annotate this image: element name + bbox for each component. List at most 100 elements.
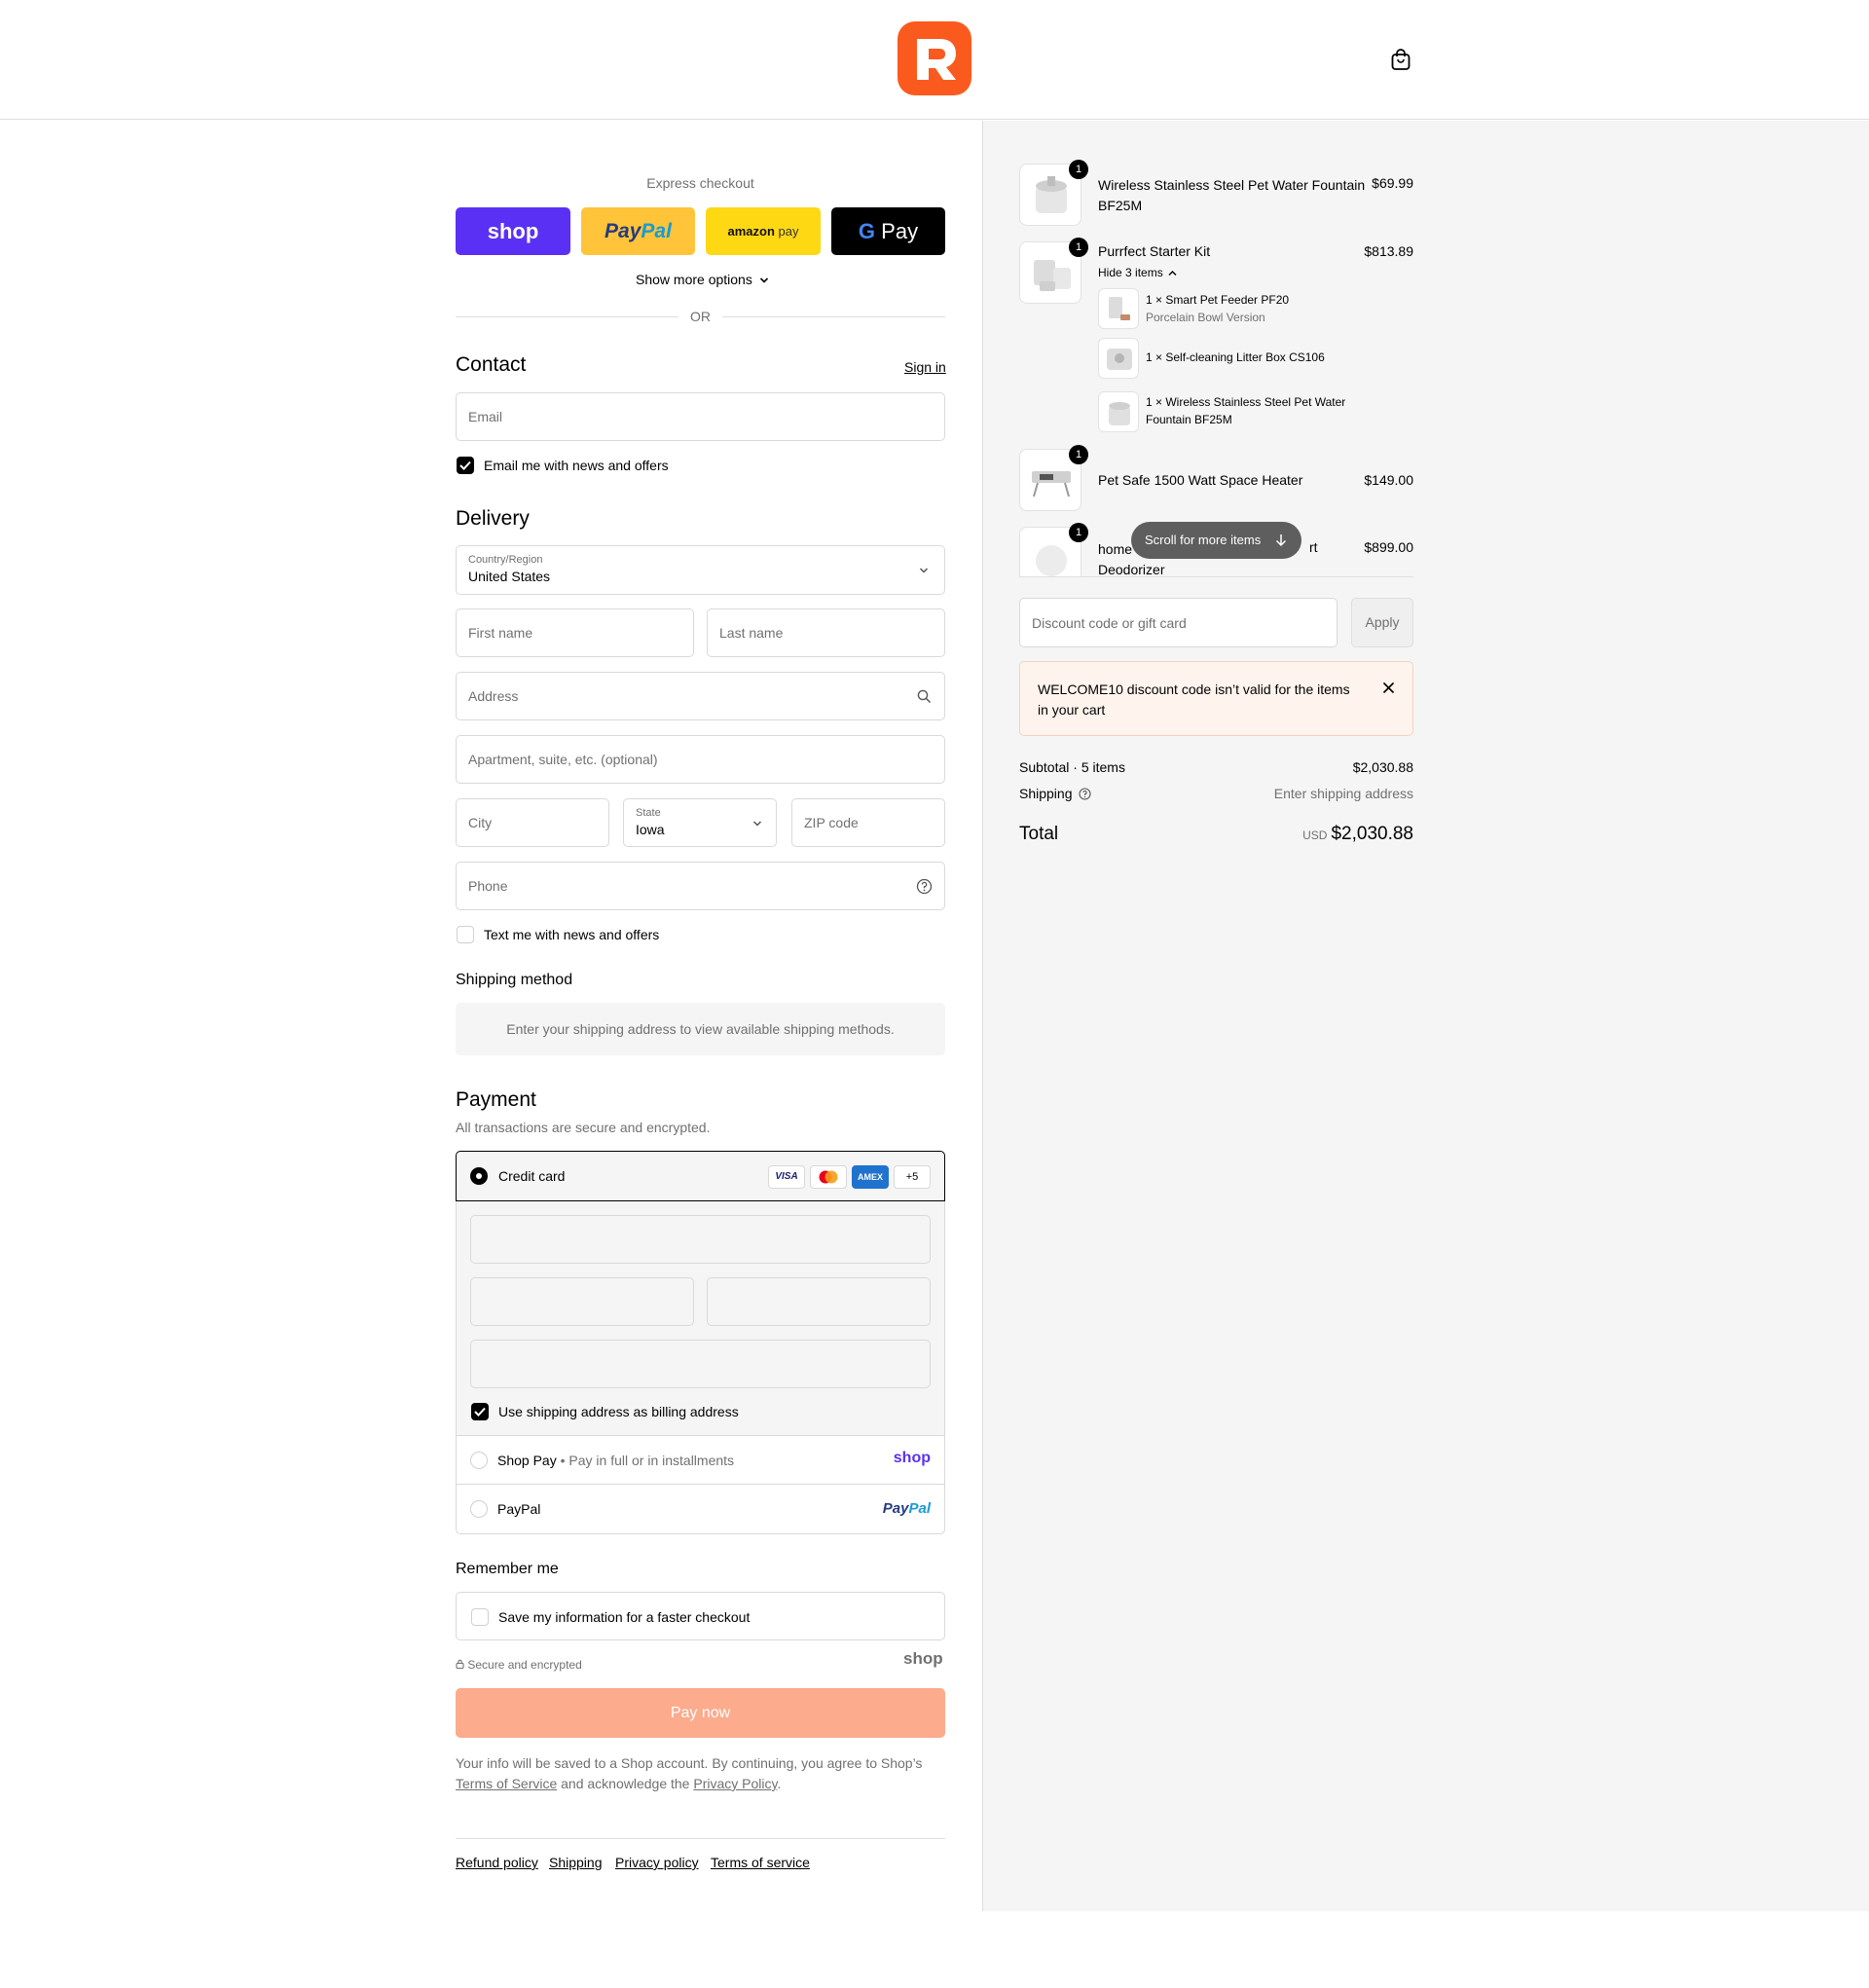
google-pay-express-button[interactable]: G Pay — [831, 207, 945, 255]
cart-item-price: $69.99 — [1372, 175, 1413, 191]
terms-of-service-footer-link[interactable]: Terms of service — [711, 1855, 810, 1870]
bundle-item-thumbnail — [1098, 288, 1139, 329]
quantity-badge: 1 — [1069, 445, 1088, 464]
pay-now-label: Pay now — [670, 1705, 731, 1721]
visa-icon: VISA — [768, 1165, 805, 1189]
text-offers-label: Text me with news and offers — [484, 927, 660, 942]
currency-code: USD — [1302, 828, 1328, 842]
secure-note: Secure and encrypted — [456, 1658, 582, 1672]
cart-item-name: Wireless Stainless Steel Pet Water Fount… — [1098, 177, 1366, 213]
country-select[interactable]: Country/Region United States — [456, 545, 945, 595]
save-info-checkbox[interactable] — [471, 1608, 489, 1626]
state-label: State — [636, 807, 661, 819]
bundle-item-thumbnail — [1098, 391, 1139, 432]
first-name-field[interactable]: First name — [456, 608, 694, 657]
payment-subtitle: All transactions are secure and encrypte… — [456, 1120, 711, 1135]
pay-now-button[interactable]: Pay now — [456, 1688, 945, 1738]
shipping-policy-link[interactable]: Shipping — [549, 1855, 603, 1870]
divider — [456, 1838, 945, 1839]
paypal-option[interactable]: PayPal PayPal — [457, 1485, 944, 1533]
paypal-label: PayPal — [497, 1501, 541, 1517]
zip-code-field[interactable]: ZIP code — [791, 798, 945, 847]
shop-pay-option[interactable]: Shop Pay • Pay in full or in installment… — [457, 1436, 944, 1484]
email-news-checkbox[interactable] — [457, 457, 474, 474]
last-name-placeholder: Last name — [719, 625, 784, 641]
show-more-options-button[interactable]: Show more options — [636, 272, 769, 287]
more-cards-badge: +5 — [894, 1165, 931, 1189]
apply-discount-button[interactable]: Apply — [1351, 598, 1413, 647]
shipping-value: Enter shipping address — [1273, 786, 1413, 801]
help-circle-icon[interactable] — [916, 878, 933, 895]
privacy-policy-link[interactable]: Privacy Policy — [693, 1776, 777, 1791]
hide-items-toggle[interactable]: Hide 3 items — [1098, 266, 1177, 279]
paypal-express-button[interactable]: PayPal — [581, 207, 695, 255]
paypal-logo: PayPal — [882, 1500, 931, 1517]
quantity-badge: 1 — [1069, 523, 1088, 542]
text-offers-checkbox[interactable] — [457, 926, 474, 943]
cart-item-name: Pet Safe 1500 Watt Space Heater — [1098, 472, 1303, 488]
privacy-policy-footer-link[interactable]: Privacy policy — [615, 1855, 699, 1870]
zip-placeholder: ZIP code — [804, 815, 859, 830]
divider — [456, 316, 678, 317]
email-news-label: Email me with news and offers — [484, 458, 669, 473]
brand-logo-icon[interactable] — [898, 21, 971, 95]
site-header — [0, 0, 1869, 120]
shop-pay-radio[interactable] — [470, 1452, 488, 1469]
close-icon[interactable] — [1382, 681, 1395, 694]
subtotal-label: Subtotal · 5 items — [1019, 759, 1125, 775]
arrow-down-icon — [1275, 534, 1287, 547]
order-summary-panel — [982, 121, 1869, 1911]
bundle-item-text: 1 × Self-cleaning Litter Box CS106 — [1146, 350, 1325, 364]
chevron-down-icon — [919, 568, 929, 573]
chevron-down-icon — [752, 821, 762, 827]
lock-icon — [456, 1659, 464, 1670]
address-field[interactable]: Address — [456, 672, 945, 720]
city-field[interactable]: City — [456, 798, 609, 847]
amazon-pay-express-button[interactable]: amazon pay — [706, 207, 821, 255]
scroll-for-more-pill[interactable]: Scroll for more items — [1131, 522, 1301, 559]
shop-pay-label: Shop Pay • Pay in full or in installment… — [497, 1453, 735, 1468]
help-circle-icon[interactable] — [1079, 788, 1091, 800]
shopping-bag-icon[interactable] — [1390, 48, 1411, 71]
contact-heading: Contact — [456, 353, 527, 376]
phone-field[interactable]: Phone — [456, 862, 945, 910]
card-number-field[interactable] — [470, 1215, 931, 1264]
address-placeholder: Address — [468, 688, 519, 704]
security-code-field[interactable] — [707, 1277, 931, 1326]
country-value: United States — [468, 569, 551, 584]
email-field[interactable]: Email — [456, 392, 945, 441]
terms-of-service-link[interactable]: Terms of Service — [456, 1776, 557, 1791]
apartment-field[interactable]: Apartment, suite, etc. (optional) — [456, 735, 945, 784]
cart-item-price: $149.00 — [1364, 472, 1413, 488]
discount-placeholder: Discount code or gift card — [1032, 614, 1187, 631]
shipping-label: Shipping — [1019, 786, 1091, 801]
paypal-radio[interactable] — [470, 1500, 488, 1518]
credit-card-radio[interactable] — [470, 1167, 488, 1185]
expiration-date-field[interactable] — [470, 1277, 694, 1326]
chevron-down-icon — [759, 277, 768, 283]
delivery-heading: Delivery — [456, 507, 530, 530]
discount-error-banner: WELCOME10 discount code isn’t valid for … — [1019, 661, 1413, 736]
sign-in-link[interactable]: Sign in — [904, 359, 946, 375]
refund-policy-link[interactable]: Refund policy — [456, 1855, 538, 1870]
country-label: Country/Region — [468, 554, 543, 566]
shop-pay-express-button[interactable]: shop — [456, 207, 570, 255]
state-select[interactable]: State Iowa — [623, 798, 777, 847]
discount-code-input[interactable]: Discount code or gift card — [1019, 598, 1338, 647]
total-value-group: USD $2,030.88 — [1248, 824, 1413, 845]
remember-me-box[interactable]: Save my information for a faster checkou… — [456, 1592, 945, 1640]
cart-item-name: Purrfect Starter Kit — [1098, 243, 1211, 259]
amazon-pay-logo: amazon pay — [727, 224, 799, 239]
google-g-icon: G — [858, 219, 876, 243]
credit-card-label: Credit card — [498, 1168, 566, 1184]
cart-item-name-end: rt — [1309, 539, 1318, 555]
cart-item-price: $899.00 — [1364, 539, 1413, 555]
billing-address-checkbox[interactable] — [471, 1403, 489, 1420]
first-name-placeholder: First name — [468, 625, 533, 641]
subtotal-value: $2,030.88 — [1352, 759, 1413, 775]
last-name-field[interactable]: Last name — [707, 608, 945, 657]
name-on-card-field[interactable] — [470, 1340, 931, 1388]
mastercard-icon — [810, 1165, 847, 1189]
paypal-logo: PayPal — [605, 220, 672, 242]
express-checkout-title: Express checkout — [646, 175, 754, 191]
